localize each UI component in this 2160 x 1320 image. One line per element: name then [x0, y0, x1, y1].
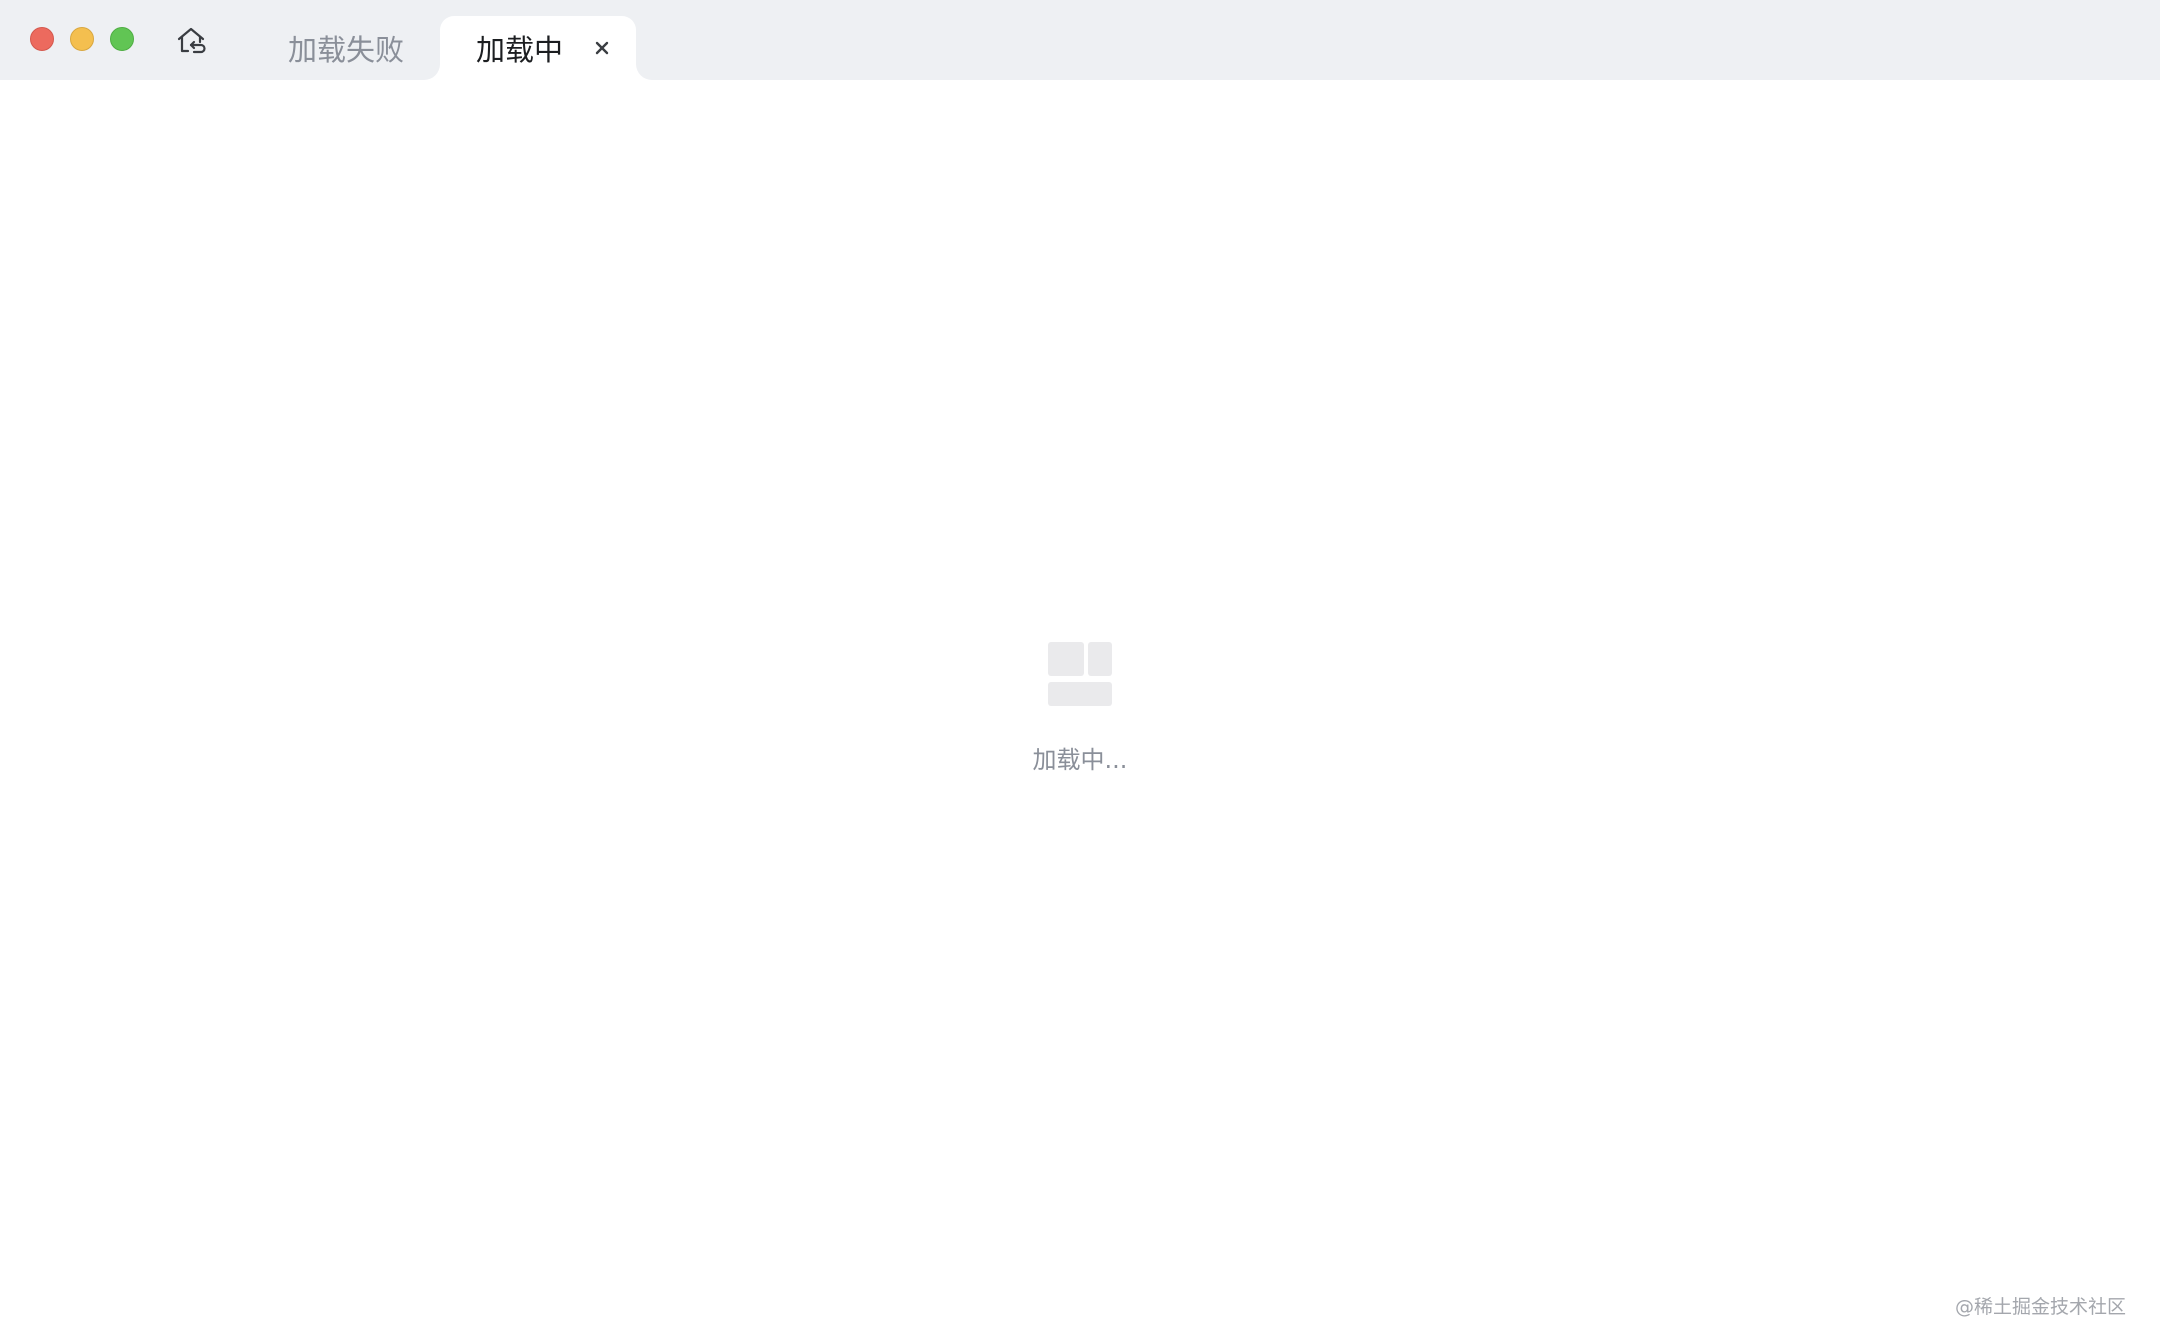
- skeleton-block: [1048, 642, 1084, 676]
- tab-label: 加载失败: [287, 33, 404, 67]
- tab-label: 加载中: [476, 33, 564, 67]
- app-window: 加载失败 加载中 加载中... @稀土掘金技术社区: [0, 0, 2160, 1320]
- skeleton-layout-icon: [1048, 642, 1112, 706]
- titlebar: 加载失败 加载中: [0, 0, 2160, 80]
- close-icon: [595, 41, 609, 55]
- window-maximize-button[interactable]: [110, 27, 134, 51]
- home-back-icon: [177, 27, 206, 54]
- tab-load-failed[interactable]: 加载失败: [262, 16, 430, 80]
- watermark: @稀土掘金技术社区: [1954, 1296, 2126, 1318]
- skeleton-block: [1088, 642, 1112, 676]
- window-minimize-button[interactable]: [70, 27, 94, 51]
- tab-close-button[interactable]: [590, 36, 614, 60]
- window-close-button[interactable]: [30, 27, 54, 51]
- home-button[interactable]: [168, 18, 214, 64]
- loading-text: 加载中...: [1032, 746, 1128, 774]
- skeleton-block: [1048, 682, 1112, 706]
- tab-loading[interactable]: 加载中: [440, 16, 636, 80]
